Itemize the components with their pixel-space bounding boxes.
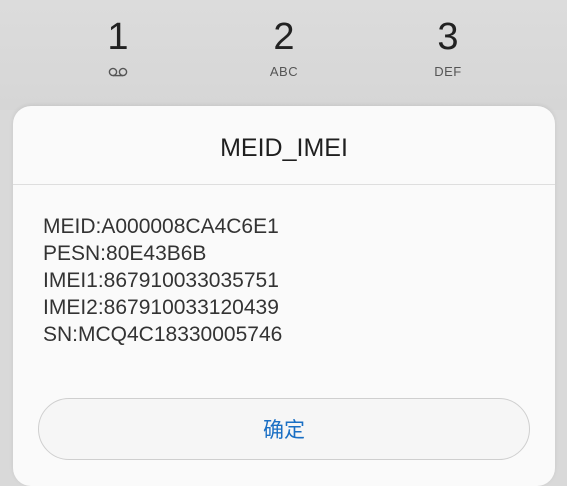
dial-key-letters: DEF [434,64,462,79]
dial-key-1[interactable]: 1 [58,14,178,84]
dialog-title: MEID_IMEI [220,134,348,162]
dial-key-digit: 1 [107,16,129,58]
voicemail-icon [58,64,178,84]
imei2-line: IMEI2:867910033120439 [43,296,279,319]
dial-key-letters: ABC [269,64,299,79]
confirm-button[interactable]: 确定 [38,398,530,460]
sn-line: SN:MCQ4C18330005746 [43,323,283,346]
device-info-list: MEID:A000008CA4C6E1 PESN:80E43B6B IMEI1:… [43,213,282,348]
dial-key-digit: 2 [273,16,295,58]
dial-key-2[interactable]: 2 ABC [224,14,344,80]
pesn-line: PESN:80E43B6B [43,242,207,265]
dialog-divider [13,184,555,185]
meid-line: MEID:A000008CA4C6E1 [43,215,279,238]
imei1-line: IMEI1:867910033035751 [43,269,279,292]
meid-imei-dialog: MEID_IMEI MEID:A000008CA4C6E1 PESN:80E43… [13,106,555,486]
dial-key-3[interactable]: 3 DEF [388,14,508,80]
dial-key-digit: 3 [437,16,459,58]
dialpad-row: 1 2 ABC 3 DEF [0,0,567,110]
